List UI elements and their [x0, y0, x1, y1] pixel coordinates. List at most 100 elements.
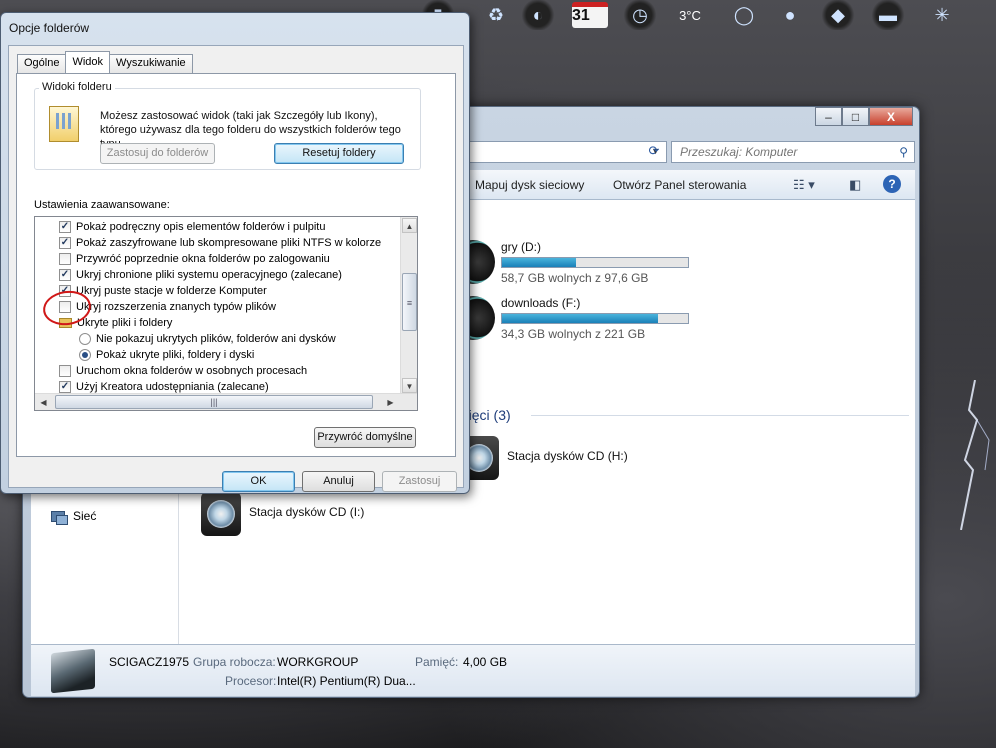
cd-drive-item[interactable]: Stacja dysków CD (H:) — [459, 436, 628, 480]
power-icon[interactable]: ◯ — [726, 0, 762, 30]
setting-label: Ukryj rozszerzenia znanych typów plików — [76, 301, 276, 313]
refresh-icon[interactable]: ⟳ — [643, 143, 665, 161]
view-options-icon[interactable]: ☷ ▾ — [793, 177, 815, 193]
radio-button[interactable] — [79, 333, 91, 345]
memory-label: Pamięć: — [415, 655, 459, 669]
apply-button[interactable]: Zastosuj — [382, 471, 457, 492]
tab-general[interactable]: Ogólne — [17, 54, 67, 73]
close-button[interactable]: X — [869, 107, 913, 126]
search-box: ⚲ — [671, 141, 915, 163]
open-control-panel-button[interactable]: Otwórz Panel sterowania — [613, 178, 746, 192]
setting-label: Pokaż zaszyfrowane lub skompresowane pli… — [76, 237, 382, 249]
section-divider — [531, 415, 909, 416]
help-icon[interactable]: ? — [883, 175, 901, 193]
recycle-bin-icon[interactable]: ♻ — [478, 0, 514, 30]
tab-view[interactable]: Widok — [65, 51, 111, 73]
drive-name: downloads (F:) — [501, 296, 581, 310]
processor-label: Procesor: — [225, 674, 277, 688]
advanced-settings-label: Ustawienia zaawansowane: — [34, 199, 170, 211]
scroll-up-arrow[interactable]: ▲ — [402, 218, 417, 233]
drive-item[interactable]: downloads (F:) 34,3 GB wolnych z 221 GB — [451, 296, 689, 341]
weather-temperature[interactable]: 3°C — [672, 0, 708, 30]
folder-views-title: Widoki folderu — [39, 81, 115, 93]
workgroup-value: WORKGROUP — [277, 655, 359, 669]
minimize-button[interactable]: – — [815, 107, 842, 126]
setting-row[interactable]: Przywróć poprzednie okna folderów po zal… — [59, 251, 330, 267]
dialog-title: Opcje folderów — [9, 21, 90, 35]
map-network-drive-button[interactable]: Mapuj dysk sieciowy — [475, 178, 584, 192]
checkbox[interactable]: ✓ — [59, 237, 71, 249]
advanced-settings-tree[interactable]: ✓ Pokaż podręczny opis elementów folderó… — [34, 216, 418, 411]
apply-to-folders-button[interactable]: Zastosuj do folderów — [100, 143, 215, 164]
command-bar: Mapuj dysk sieciowy Otwórz Panel sterowa… — [467, 170, 915, 200]
setting-label: Uruchom okna folderów w osobnych procesa… — [76, 365, 308, 377]
setting-row[interactable]: Uruchom okna folderów w osobnych procesa… — [59, 363, 307, 379]
setting-label: Pokaż ukryte pliki, foldery i dyski — [96, 349, 255, 361]
maximize-button[interactable]: □ — [842, 107, 869, 126]
horizontal-scrollbar[interactable]: ◀ ||| ▶ — [35, 393, 417, 410]
scroll-thumb[interactable]: ||| — [55, 395, 373, 409]
drive-dock-icon[interactable]: ▬ — [870, 0, 906, 30]
vertical-scrollbar[interactable]: ▲ ≡ ▼ — [400, 217, 417, 394]
radio-button[interactable] — [79, 349, 91, 361]
cd-drive-item[interactable]: Stacja dysków CD (I:) — [201, 492, 364, 536]
snowflake-icon[interactable]: ✳ — [924, 0, 960, 30]
network-icon — [51, 509, 68, 525]
setting-row[interactable]: ✓ Ukryj puste stacje w folderze Komputer — [59, 283, 267, 299]
setting-label: Ukryte pliki i foldery — [77, 317, 173, 329]
drive-item[interactable]: gry (D:) 58,7 GB wolnych z 97,6 GB — [451, 240, 689, 285]
drive-free-space: 58,7 GB wolnych z 97,6 GB — [501, 271, 649, 285]
nav-item-network[interactable]: Sieć — [51, 509, 97, 525]
reset-folders-button[interactable]: Resetuj foldery — [274, 143, 404, 164]
app-icon[interactable]: ◐ — [520, 0, 556, 30]
cancel-button[interactable]: Anuluj — [302, 471, 375, 492]
ok-button[interactable]: OK — [222, 471, 295, 492]
processor-value: Intel(R) Pentium(R) Dua... — [277, 674, 416, 688]
setting-row-hide-extensions[interactable]: Ukryj rozszerzenia znanych typów plików — [59, 299, 276, 315]
app-icon[interactable]: ◆ — [820, 0, 856, 30]
scroll-thumb[interactable]: ≡ — [402, 273, 417, 331]
checkbox[interactable] — [59, 253, 71, 265]
search-input[interactable] — [672, 142, 882, 162]
drive-usage-fill — [502, 258, 577, 267]
setting-row[interactable]: Pokaż ukryte pliki, foldery i dyski — [79, 347, 254, 363]
calendar-icon[interactable]: 31 — [572, 0, 608, 30]
apple-icon[interactable]: ● — [772, 0, 808, 30]
address-bar[interactable]: ▼ — [467, 141, 667, 163]
computer-icon — [51, 648, 95, 694]
checkbox[interactable] — [59, 365, 71, 377]
checkbox[interactable]: ✓ — [59, 221, 71, 233]
checkbox[interactable]: ✓ — [59, 269, 71, 281]
setting-row[interactable]: ✓ Pokaż podręczny opis elementów folderó… — [59, 219, 325, 235]
workgroup-label: Grupa robocza: — [193, 655, 276, 669]
preview-pane-icon[interactable]: ◧ — [849, 177, 861, 193]
setting-row[interactable]: Nie pokazuj ukrytych plików, folderów an… — [79, 331, 336, 347]
setting-label: Ukryj puste stacje w folderze Komputer — [76, 285, 267, 297]
tab-search[interactable]: Wyszukiwanie — [109, 54, 193, 73]
scroll-left-arrow[interactable]: ◀ — [36, 395, 51, 410]
cd-drive-name: Stacja dysków CD (H:) — [507, 449, 628, 463]
setting-label: Pokaż podręczny opis elementów folderów … — [76, 221, 326, 233]
setting-row[interactable]: ✓ Ukryj chronione pliki systemu operacyj… — [59, 267, 342, 283]
nav-item-label: Sieć — [73, 509, 97, 523]
restore-defaults-button[interactable]: Przywróć domyślne — [314, 427, 416, 448]
setting-label: Przywróć poprzednie okna folderów po zal… — [76, 253, 330, 265]
clock-icon[interactable]: ◷ — [622, 0, 658, 30]
memory-value: 4,00 GB — [463, 655, 508, 669]
drive-usage-bar — [501, 313, 689, 324]
drive-usage-fill — [502, 314, 659, 323]
setting-label: Użyj Kreatora udostępniania (zalecane) — [76, 381, 269, 393]
drive-free-space: 34,3 GB wolnych z 221 GB — [501, 327, 646, 341]
setting-row[interactable]: ✓ Pokaż zaszyfrowane lub skompresowane p… — [59, 235, 381, 251]
setting-label: Nie pokazuj ukrytych plików, folderów an… — [96, 333, 336, 345]
drive-name: gry (D:) — [501, 240, 541, 254]
cd-drive-name: Stacja dysków CD (I:) — [249, 505, 365, 519]
scroll-down-arrow[interactable]: ▼ — [402, 378, 417, 393]
tab-strip: Ogólne Widok Wyszukiwanie — [17, 51, 193, 73]
scroll-right-arrow[interactable]: ▶ — [383, 395, 398, 410]
calendar-day: 31 — [572, 2, 608, 28]
cd-drive-icon — [201, 492, 241, 536]
computer-name: SCIGACZ1975 — [109, 655, 190, 669]
checkbox[interactable]: ✓ — [59, 381, 71, 393]
search-icon[interactable]: ⚲ — [899, 145, 908, 159]
